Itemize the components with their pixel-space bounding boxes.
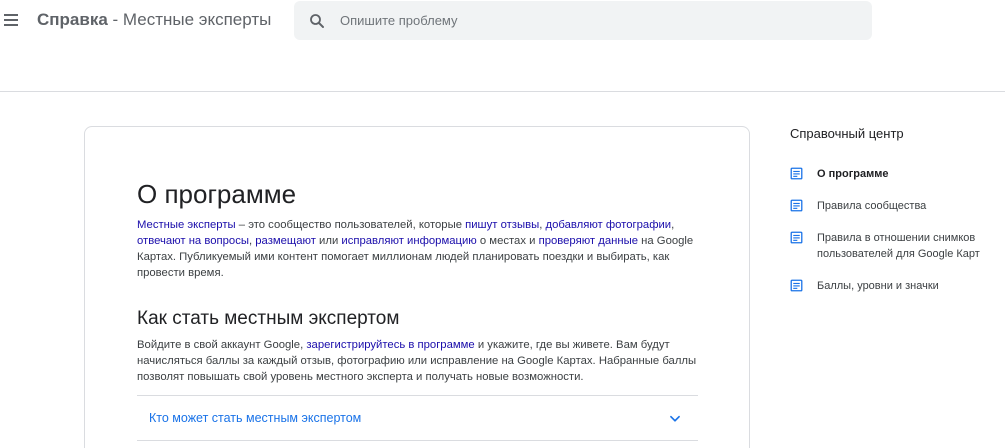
- page-title: О программе: [137, 179, 297, 209]
- link-add-photos[interactable]: добавляют фотографии: [546, 219, 672, 231]
- top-bar: Справка - Местные эксперты: [0, 0, 1005, 92]
- link-register[interactable]: зарегистрируйтесь в программе: [306, 339, 474, 351]
- link-write-reviews[interactable]: пишут отзывы: [465, 219, 539, 231]
- app-title-rest: - Местные эксперты: [107, 10, 272, 29]
- menu-icon[interactable]: [2, 10, 22, 30]
- link-check-facts[interactable]: проверяют данные: [539, 235, 638, 247]
- sidebar-item-points-levels[interactable]: Баллы, уровни и значки: [790, 278, 995, 296]
- section-title: Как стать местным экспертом: [137, 308, 400, 329]
- link-local-guides[interactable]: Местные эксперты: [137, 219, 236, 231]
- chevron-down-icon: [670, 415, 680, 422]
- intro-text-3: ,: [671, 219, 675, 231]
- sidebar-item-about[interactable]: О программе: [790, 166, 995, 184]
- sidebar-item-community-rules[interactable]: Правила сообщества: [790, 198, 995, 216]
- intro-paragraph: Местные эксперты – это сообщество пользо…: [137, 217, 707, 281]
- sidebar-item-label: О программе: [817, 168, 889, 180]
- sidebar-item-label: Правила в отношении снимков пользователе…: [817, 232, 980, 260]
- accordion-label: Кто может стать местным экспертом: [149, 411, 362, 425]
- faq-accordion[interactable]: Кто может стать местным экспертом: [137, 395, 698, 441]
- sidebar-item-photo-rules[interactable]: Правила в отношении снимков пользователе…: [790, 230, 995, 264]
- howto-text-1: Войдите в свой аккаунт Google,: [137, 339, 307, 351]
- intro-text-1: – это сообщество пользователей, которые: [235, 219, 466, 231]
- search-box[interactable]: [294, 1, 872, 40]
- search-input[interactable]: [340, 1, 860, 40]
- app-title-strong: Справка: [37, 10, 108, 29]
- article-icon: [790, 167, 803, 180]
- howto-paragraph: Войдите в свой аккаунт Google, зарегистр…: [137, 337, 707, 385]
- sidebar-item-label: Правила сообщества: [817, 200, 927, 212]
- app-title[interactable]: Справка - Местные эксперты: [37, 10, 271, 30]
- intro-text-5: или: [315, 235, 342, 247]
- search-icon[interactable]: [308, 12, 326, 30]
- article-icon: [790, 231, 803, 244]
- link-add-places[interactable]: размещают: [255, 235, 316, 247]
- link-answer-questions[interactable]: отвечают на вопросы: [137, 235, 249, 247]
- link-fix-info[interactable]: исправляют информацию: [341, 235, 476, 247]
- article-icon: [790, 279, 803, 292]
- intro-text-6: о местах и: [476, 235, 539, 247]
- sidebar-item-label: Баллы, уровни и значки: [817, 280, 939, 292]
- article-card: О программе Местные эксперты – это сообщ…: [84, 126, 750, 448]
- sidebar-title: Справочный центр: [790, 126, 904, 141]
- article-icon: [790, 199, 803, 212]
